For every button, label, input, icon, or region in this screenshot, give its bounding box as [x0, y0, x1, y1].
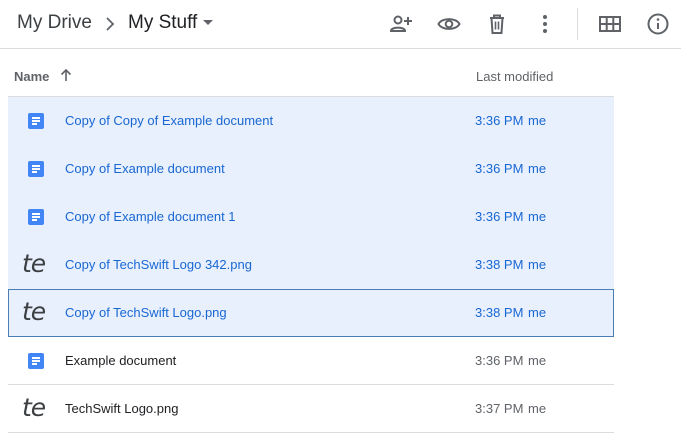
file-modifier: me — [528, 257, 547, 272]
file-modifier: me — [528, 401, 547, 416]
folder-menu-caret-icon[interactable] — [203, 20, 213, 25]
preview-icon — [437, 18, 461, 30]
google-doc-icon — [28, 209, 44, 225]
file-modified-time: 3:36 PM — [475, 113, 524, 128]
breadcrumb-my-drive[interactable]: My Drive — [17, 12, 92, 34]
column-header: Name Last modified — [8, 48, 614, 97]
file-modified-time: 3:38 PM — [475, 257, 524, 272]
file-row[interactable]: te Copy of TechSwift Logo 342.png 3:38 PM m… — [8, 241, 614, 289]
google-doc-icon — [28, 113, 44, 129]
chevron-right-icon — [106, 17, 115, 31]
breadcrumb-current-folder[interactable]: My Stuff — [128, 12, 197, 34]
google-doc-icon — [28, 353, 44, 369]
name-column-header[interactable]: Name — [14, 69, 49, 84]
share-icon — [389, 15, 412, 32]
file-modifier: me — [528, 161, 547, 176]
last-modified-column-header[interactable]: Last modified — [476, 69, 553, 84]
file-name[interactable]: TechSwift Logo.png — [65, 401, 178, 416]
file-name[interactable]: Copy of TechSwift Logo.png — [65, 305, 227, 320]
file-modified-time: 3:36 PM — [475, 161, 524, 176]
file-row[interactable]: Copy of Example document 3:36 PM me — [8, 145, 614, 193]
image-thumbnail-icon: te — [22, 393, 46, 422]
file-modifier: me — [528, 305, 547, 320]
details-button[interactable] — [646, 12, 670, 36]
trash-button[interactable] — [485, 12, 509, 36]
image-thumbnail-icon: te — [22, 297, 46, 326]
preview-button[interactable] — [437, 12, 461, 36]
image-thumbnail-icon: te — [22, 249, 46, 278]
grid-view-button[interactable] — [598, 12, 622, 36]
file-row[interactable]: te Copy of TechSwift Logo.png 3:38 PM me — [8, 289, 614, 337]
grid-view-icon — [599, 16, 621, 32]
file-modifier: me — [528, 113, 547, 128]
toolbar-divider — [577, 8, 578, 40]
file-name[interactable]: Copy of Example document — [65, 161, 225, 176]
info-icon — [647, 13, 669, 35]
file-modifier: me — [528, 353, 547, 368]
file-name[interactable]: Example document — [65, 353, 176, 368]
file-row[interactable]: te TechSwift Logo.png 3:37 PM me — [8, 385, 614, 433]
file-list: Copy of Copy of Example document 3:36 PM m… — [8, 97, 614, 433]
file-modified-time: 3:36 PM — [475, 353, 524, 368]
file-row[interactable]: Copy of Copy of Example document 3:36 PM m… — [8, 97, 614, 145]
file-modifier: me — [528, 209, 547, 224]
file-name[interactable]: Copy of TechSwift Logo 342.png — [65, 257, 252, 272]
header-bar: My Drive My Stuff — [0, 0, 681, 49]
file-modified-time: 3:38 PM — [475, 305, 524, 320]
file-modified-time: 3:37 PM — [475, 401, 524, 416]
file-name[interactable]: Copy of Copy of Example document — [65, 113, 273, 128]
google-doc-icon — [28, 161, 44, 177]
file-row[interactable]: Example document 3:36 PM me — [8, 337, 614, 385]
share-button[interactable] — [389, 12, 413, 36]
sort-ascending-icon[interactable] — [58, 67, 74, 83]
file-row[interactable]: Copy of Example document 1 3:36 PM me — [8, 193, 614, 241]
more-vert-icon — [543, 15, 547, 33]
file-name[interactable]: Copy of Example document 1 — [65, 209, 236, 224]
trash-icon — [490, 14, 504, 34]
file-modified-time: 3:36 PM — [475, 209, 524, 224]
more-actions-button[interactable] — [533, 12, 557, 36]
